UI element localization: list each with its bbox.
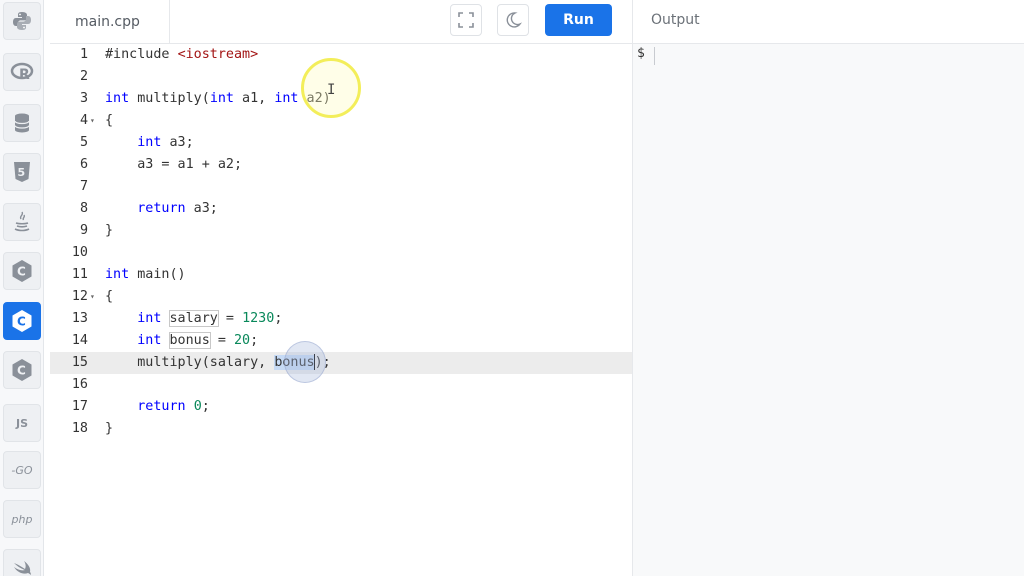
html-language-button[interactable]: 5 <box>3 153 41 191</box>
r-language-button[interactable]: R <box>3 53 41 91</box>
java-icon <box>14 211 30 232</box>
javascript-icon: JS <box>15 416 28 430</box>
line-number: 5 <box>79 135 88 150</box>
line-number: 4 <box>79 113 88 128</box>
line-number: 11 <box>71 267 88 282</box>
code-text[interactable]: return a3; <box>105 198 218 220</box>
svg-text:C: C <box>17 315 26 329</box>
language-sidebar: R 5 C C C JS -GO php <box>0 0 44 576</box>
csharp-language-button[interactable]: C <box>3 351 41 389</box>
code-line[interactable]: 9} <box>50 220 632 242</box>
line-number: 17 <box>71 399 88 414</box>
line-number: 10 <box>71 245 88 260</box>
code-line[interactable]: 5 int a3; <box>50 132 632 154</box>
svg-text:C: C <box>17 265 26 279</box>
output-panel-title: Output <box>651 12 700 28</box>
code-line[interactable]: 6 a3 = a1 + a2; <box>50 154 632 176</box>
line-number: 16 <box>71 377 88 392</box>
c-language-button[interactable]: C <box>3 252 41 290</box>
theme-toggle-button[interactable] <box>497 4 529 36</box>
click-highlight-indicator <box>284 341 326 383</box>
cpp-icon: C <box>12 310 32 332</box>
svg-text:R: R <box>19 67 30 83</box>
line-number: 1 <box>79 47 88 62</box>
code-text[interactable]: } <box>105 220 113 242</box>
console-cursor <box>654 47 655 65</box>
moon-icon <box>506 12 522 28</box>
javascript-language-button[interactable]: JS <box>3 404 41 442</box>
line-number: 2 <box>79 69 88 84</box>
line-number: 7 <box>79 179 88 194</box>
code-text[interactable]: int bonus = 20; <box>105 330 258 352</box>
code-text[interactable]: #include <iostream> <box>105 44 258 66</box>
go-language-button[interactable]: -GO <box>3 451 41 489</box>
line-number: 8 <box>79 201 88 216</box>
code-text[interactable]: { <box>105 110 113 132</box>
code-editor[interactable]: 1 #include <iostream> 2 3 int multiply(int a… <box>50 44 632 576</box>
swift-language-button[interactable] <box>3 549 41 576</box>
code-line[interactable]: 7 <box>50 176 632 198</box>
line-number: 3 <box>79 91 88 106</box>
code-line[interactable]: 13 int salary = 1230; <box>50 308 632 330</box>
fullscreen-button[interactable] <box>450 4 482 36</box>
java-language-button[interactable] <box>3 203 41 241</box>
svg-text:C: C <box>17 364 26 378</box>
c-icon: C <box>12 260 32 282</box>
html5-icon: 5 <box>14 162 30 182</box>
editor-toolbar: main.cpp Run Output <box>50 0 1024 44</box>
console-prompt: $ <box>637 46 645 61</box>
code-text[interactable]: int multiply(int a1, int a2) <box>105 88 331 110</box>
php-language-button[interactable]: php <box>3 500 41 538</box>
code-text[interactable]: int salary = 1230; <box>105 308 282 330</box>
line-number: 9 <box>79 223 88 238</box>
code-line[interactable]: 15 multiply(salary, bonus); <box>50 352 632 374</box>
code-text[interactable]: a3 = a1 + a2; <box>105 154 242 176</box>
fold-toggle-icon[interactable]: ▾ <box>90 110 95 132</box>
svg-text:5: 5 <box>18 166 26 179</box>
code-text[interactable]: int main() <box>105 264 186 286</box>
php-icon: php <box>11 512 33 526</box>
r-icon: R <box>10 62 34 83</box>
swift-icon <box>14 561 31 575</box>
toolbar-divider <box>632 0 633 44</box>
python-language-button[interactable] <box>3 2 41 40</box>
code-line[interactable]: 16 <box>50 374 632 396</box>
file-tab-label: main.cpp <box>75 14 140 30</box>
line-number: 18 <box>71 421 88 436</box>
line-number: 6 <box>79 157 88 172</box>
code-line[interactable]: 8 return a3; <box>50 198 632 220</box>
csharp-icon: C <box>12 359 32 381</box>
fullscreen-icon <box>458 12 474 28</box>
line-number: 15 <box>71 355 88 370</box>
file-tab-main-cpp[interactable]: main.cpp <box>50 0 170 44</box>
run-button[interactable]: Run <box>545 4 612 36</box>
cpp-language-button[interactable]: C <box>3 302 41 340</box>
code-text[interactable]: int a3; <box>105 132 193 154</box>
code-text[interactable]: return 0; <box>105 396 210 418</box>
code-line[interactable]: 14 int bonus = 20; <box>50 330 632 352</box>
code-text[interactable]: { <box>105 286 113 308</box>
code-line[interactable]: 11 int main() <box>50 264 632 286</box>
fold-toggle-icon[interactable]: ▾ <box>90 286 95 308</box>
line-number: 14 <box>71 333 88 348</box>
code-text[interactable]: } <box>105 418 113 440</box>
go-icon: -GO <box>11 463 33 477</box>
output-console[interactable]: $ <box>633 44 1024 576</box>
code-line[interactable]: 17 return 0; <box>50 396 632 418</box>
code-line[interactable]: 10 <box>50 242 632 264</box>
python-icon <box>13 12 31 30</box>
line-number: 12 <box>71 289 88 304</box>
sql-language-button[interactable] <box>3 104 41 142</box>
line-number: 13 <box>71 311 88 326</box>
code-line[interactable]: 18} <box>50 418 632 440</box>
sql-database-icon <box>14 113 30 133</box>
text-cursor-icon: I <box>327 82 336 98</box>
code-line[interactable]: 12 ▾ { <box>50 286 632 308</box>
